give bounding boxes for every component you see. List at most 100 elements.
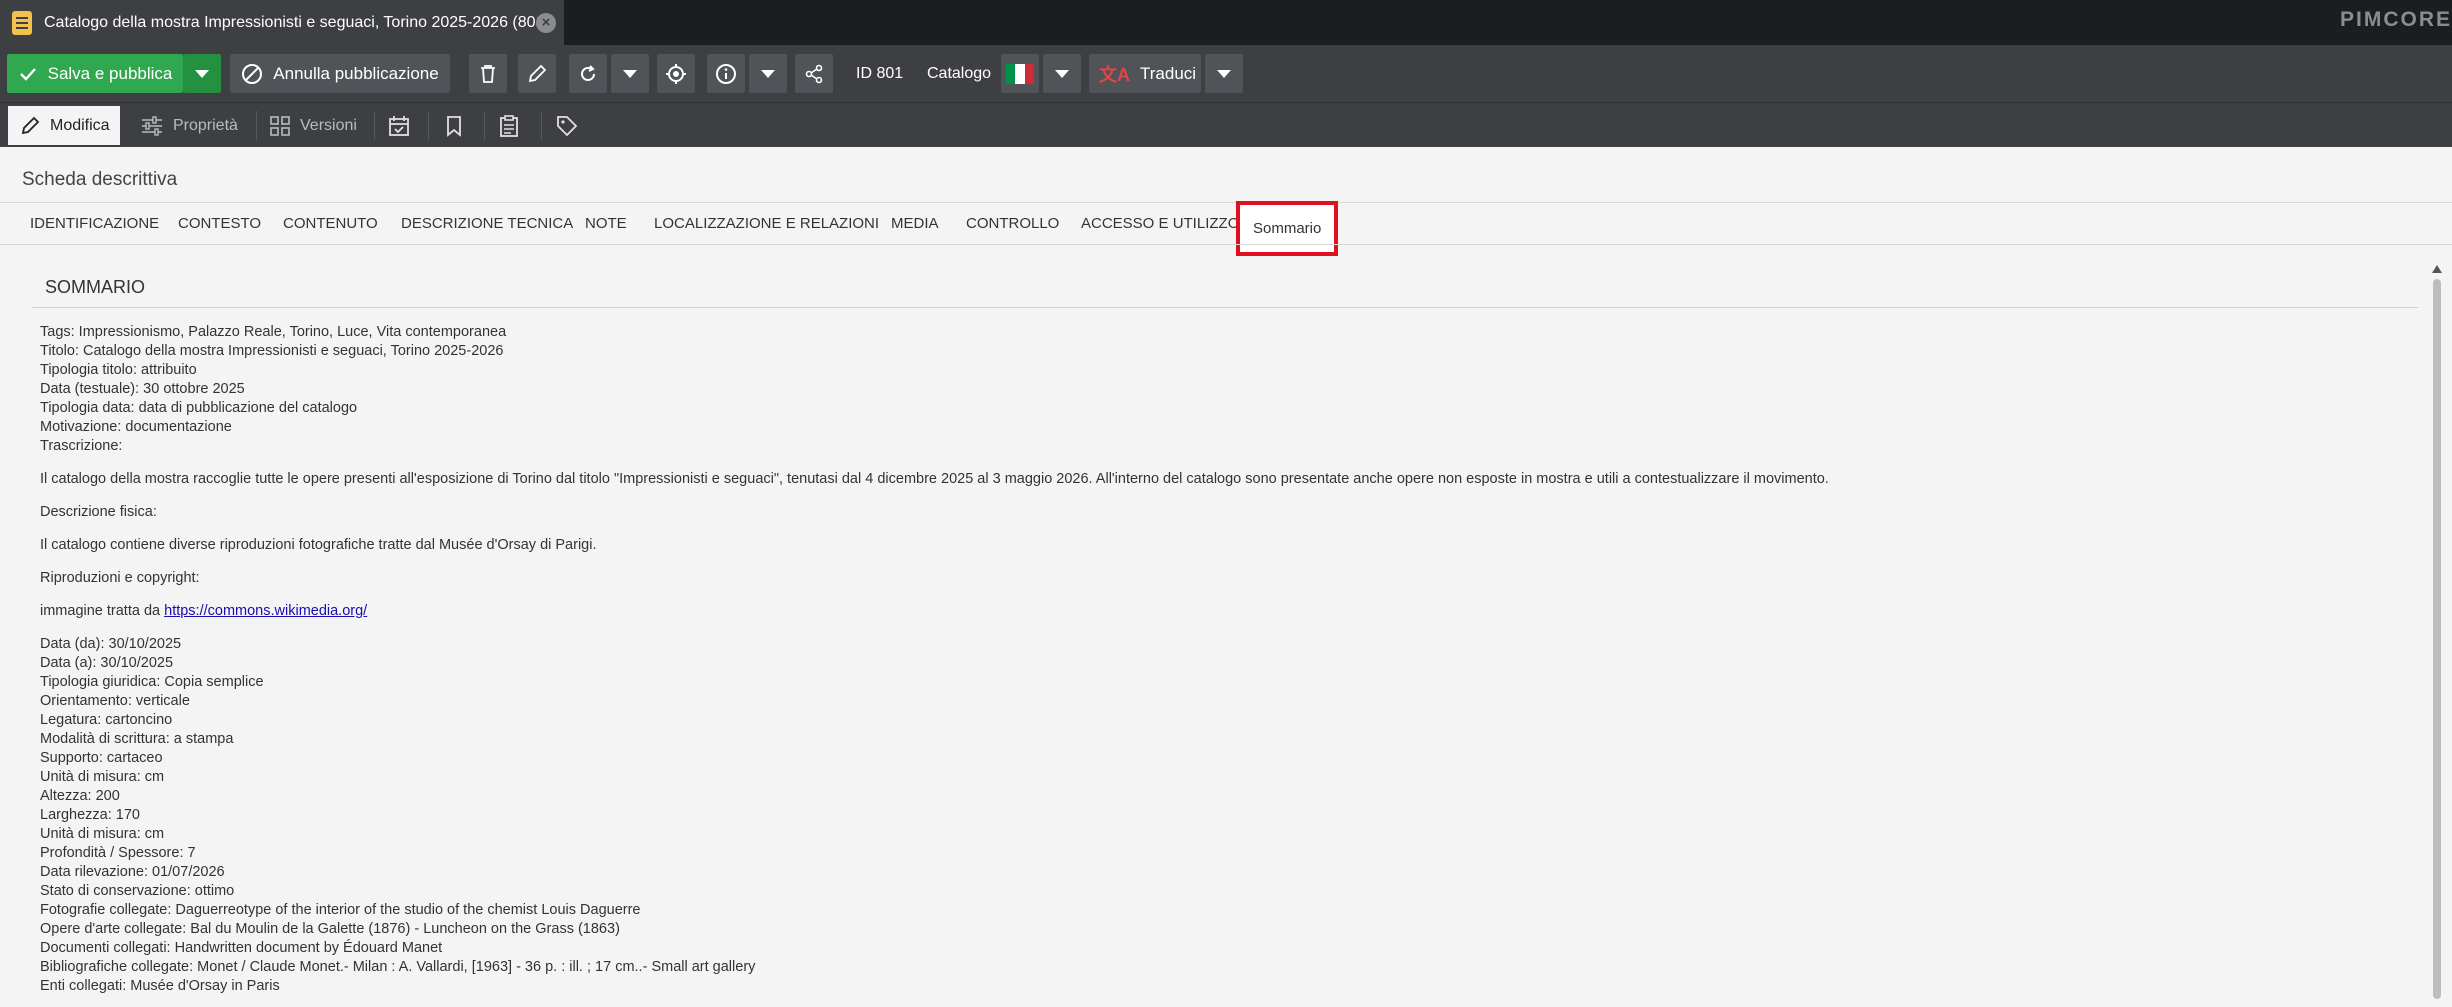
physical-description-text: Il catalogo contiene diverse riproduzion… — [40, 537, 597, 553]
info-options-dropdown[interactable] — [749, 54, 787, 93]
summary-line: Tipologia data: data di pubblicazione de… — [40, 400, 358, 416]
scroll-up-arrow-icon[interactable] — [2432, 265, 2442, 273]
chevron-down-icon — [1217, 69, 1231, 78]
share-button[interactable] — [795, 54, 833, 93]
copyright-label: Riproduzioni e copyright: — [40, 570, 200, 586]
save-and-publish-label: Salva e pubblica — [47, 63, 173, 83]
block-icon — [242, 63, 263, 84]
language-button[interactable] — [1001, 54, 1039, 93]
object-class-name: Catalogo — [927, 64, 992, 82]
tab-descrizione-tecnica[interactable]: DESCRIZIONE TECNICA — [401, 203, 573, 244]
rename-button[interactable] — [518, 54, 556, 93]
physical-description-label: Descrizione fisica: — [40, 504, 157, 520]
schedule-button[interactable] — [388, 106, 414, 145]
bookmark-button[interactable] — [445, 106, 469, 145]
tab-sommario[interactable]: Sommario — [1236, 201, 1339, 256]
view-toolbar: Modifica Proprietà Versioni — [0, 102, 2452, 147]
summary-line: Titolo: Catalogo della mostra Impression… — [40, 343, 504, 359]
copyright-text: immagine tratta da https://commons.wikim… — [40, 602, 2400, 621]
toolbar-divider — [484, 111, 485, 140]
panel-title: Scheda descrittiva — [22, 169, 178, 190]
bookmark-icon — [445, 115, 463, 137]
unpublish-button[interactable]: Annulla pubblicazione — [230, 54, 450, 93]
summary-line: Tags: Impressionismo, Palazzo Reale, Tor… — [40, 324, 507, 340]
unpublish-label: Annulla pubblicazione — [273, 63, 439, 83]
edit-panel: Scheda descrittiva IDENTIFICAZIONE CONTE… — [0, 147, 2452, 1007]
scrollbar-thumb[interactable] — [2433, 279, 2441, 999]
chevron-down-icon — [1055, 69, 1069, 78]
tab-media[interactable]: MEDIA — [891, 203, 939, 244]
tab-accesso-e-utilizzo[interactable]: ACCESSO E UTILIZZO — [1081, 203, 1239, 244]
vertical-scrollbar[interactable] — [2432, 265, 2442, 1007]
summary-line: Larghezza: 170 — [40, 807, 140, 823]
trash-icon — [481, 64, 495, 83]
versions-grid-icon — [270, 115, 290, 136]
tab-controllo[interactable]: CONTROLLO — [966, 203, 1059, 244]
summary-line: Unità di misura: cm — [40, 826, 165, 842]
tag-icon — [556, 115, 578, 137]
summary-line: Modalità di scrittura: a stampa — [40, 731, 234, 747]
reload-button[interactable] — [569, 54, 607, 93]
summary-line: Trascrizione: — [40, 438, 123, 454]
pencil-icon — [528, 64, 547, 82]
tags-button[interactable] — [556, 106, 582, 145]
summary-line: Unità di misura: cm — [40, 769, 165, 785]
info-icon — [716, 63, 736, 84]
tab-contenuto[interactable]: CONTENUTO — [283, 203, 378, 244]
italy-flag-icon — [1006, 63, 1034, 84]
summary-line: Data (a): 30/10/2025 — [40, 655, 174, 671]
delete-button[interactable] — [469, 54, 507, 93]
edit-view-button[interactable]: Modifica — [8, 106, 120, 145]
properties-view-button[interactable]: Proprietà — [141, 106, 238, 145]
summary-line: Data rilevazione: 01/07/2026 — [40, 864, 225, 880]
translate-button[interactable]: 文A Traduci — [1089, 54, 1201, 93]
check-icon — [19, 67, 36, 81]
info-button[interactable] — [707, 54, 745, 93]
tab-note[interactable]: NOTE — [585, 203, 627, 244]
summary-line: Stato di conservazione: ottimo — [40, 883, 235, 899]
summary-section: SOMMARIO Tags: Impressionismo, Palazzo R… — [32, 263, 2418, 1007]
language-dropdown[interactable] — [1043, 54, 1081, 93]
wikimedia-link[interactable]: https://commons.wikimedia.org/ — [164, 603, 367, 619]
save-options-dropdown[interactable] — [183, 54, 221, 93]
edit-view-label: Modifica — [50, 116, 110, 134]
tab-localizzazione-e-relazioni[interactable]: LOCALIZZAZIONE E RELAZIONI — [654, 203, 879, 244]
tab-contesto[interactable]: CONTESTO — [178, 203, 261, 244]
tab-identificazione[interactable]: IDENTIFICAZIONE — [30, 203, 159, 244]
pencil-icon — [20, 116, 40, 136]
toolbar-divider — [428, 111, 429, 140]
summary-line: Fotografie collegate: Daguerreotype of t… — [40, 902, 641, 918]
share-icon — [805, 64, 823, 83]
pimcore-logo: PIMCORE — [2339, 8, 2452, 31]
close-tab-icon[interactable]: × — [536, 13, 556, 33]
versions-view-label: Versioni — [300, 116, 357, 134]
transcription-text: Il catalogo della mostra raccoglie tutte… — [40, 471, 1829, 487]
catalog-object-icon — [12, 10, 32, 35]
properties-view-label: Proprietà — [173, 116, 238, 134]
versions-view-button[interactable]: Versioni — [270, 106, 357, 145]
refresh-icon — [581, 64, 595, 81]
object-toolbar: Salva e pubblica Annulla pubblicazione I… — [0, 45, 2452, 102]
calendar-check-icon — [388, 115, 410, 137]
notes-events-button[interactable] — [499, 106, 525, 145]
sliders-icon — [141, 115, 163, 136]
locate-in-tree-button[interactable] — [657, 54, 695, 93]
reload-options-dropdown[interactable] — [611, 54, 649, 93]
translate-icon: 文A — [1099, 64, 1130, 85]
document-tab[interactable]: Catalogo della mostra Impressionisti e s… — [0, 0, 564, 45]
summary-line: Motivazione: documentazione — [40, 419, 232, 435]
translate-dropdown[interactable] — [1205, 54, 1243, 93]
summary-line: Orientamento: verticale — [40, 693, 190, 709]
save-and-publish-button[interactable]: Salva e pubblica — [7, 54, 183, 93]
summary-line: Tipologia giuridica: Copia semplice — [40, 674, 264, 690]
summary-line: Data (testuale): 30 ottobre 2025 — [40, 381, 245, 397]
summary-divider — [32, 307, 2418, 308]
copyright-prefix: immagine tratta da — [40, 603, 165, 619]
chevron-down-icon — [623, 69, 637, 78]
summary-line: Enti collegati: Musée d'Orsay in Paris — [40, 978, 280, 994]
summary-line: Opere d'arte collegate: Bal du Moulin de… — [40, 921, 620, 937]
